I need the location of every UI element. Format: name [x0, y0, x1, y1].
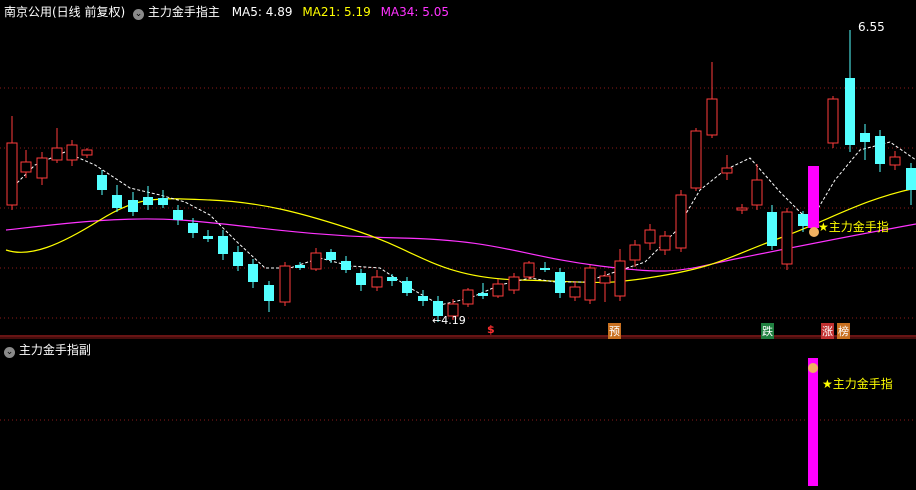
- candle-body: [295, 265, 305, 268]
- candle-body: [751, 179, 763, 206]
- candle-body: [599, 275, 611, 284]
- dropdown-icon[interactable]: ⌄: [4, 347, 15, 358]
- marker-zhang: 涨: [821, 323, 834, 339]
- candle-body: [845, 78, 855, 145]
- stock-label[interactable]: 南京公用(日线 前复权): [4, 5, 125, 19]
- low-price-label: ←4.19: [432, 314, 466, 327]
- price-grid: [0, 87, 916, 421]
- candle-body: [827, 98, 839, 144]
- candle-body: [248, 264, 258, 282]
- ma34-line: [5, 218, 916, 272]
- candle-body: [66, 144, 78, 161]
- candle-body: [584, 267, 596, 301]
- candle-body: [112, 195, 122, 208]
- ma5-line: [9, 141, 916, 306]
- candle-body: [203, 236, 213, 239]
- ma21-value: 5.19: [344, 5, 371, 19]
- candle-body: [478, 293, 488, 296]
- candle-body: [418, 296, 428, 301]
- candle-body: [555, 272, 565, 293]
- candlestick-chart: [0, 30, 916, 486]
- candle-body: [614, 260, 626, 297]
- candle-body: [706, 98, 718, 136]
- indicator-name[interactable]: 主力金手指主: [148, 5, 220, 19]
- dropdown-icon[interactable]: ⌄: [133, 9, 145, 20]
- candle-body: [875, 136, 885, 164]
- candle-body: [860, 133, 870, 142]
- candle-body: [356, 273, 366, 285]
- candle-body: [781, 211, 793, 265]
- candle-body: [233, 252, 243, 266]
- candle-body: [143, 197, 153, 205]
- candle-body: [128, 200, 138, 212]
- candle-body: [721, 167, 733, 174]
- signal-label-main: ★主力金手指: [818, 220, 889, 234]
- candle-body: [326, 252, 336, 260]
- candle-body: [540, 268, 550, 270]
- hand-icon-sub: [808, 363, 818, 373]
- marker-die: 跌: [761, 323, 774, 339]
- candle-body: [906, 168, 916, 190]
- ma34-value: 5.05: [422, 5, 449, 19]
- candle-body: [629, 244, 641, 261]
- marker-dollar: $: [487, 323, 495, 336]
- candle-body: [20, 161, 32, 173]
- sub-panel-title: 主力金手指副: [18, 343, 91, 357]
- ma5-label: MA5:: [231, 5, 262, 19]
- candle-body: [371, 276, 383, 288]
- marker-yu: 预: [608, 323, 621, 339]
- candle-body: [6, 142, 18, 206]
- candle-body: [387, 277, 397, 281]
- signal-label-sub: ★主力金手指: [822, 377, 893, 391]
- marker-bang: 榜: [837, 323, 850, 339]
- ma21-label: MA21:: [302, 5, 341, 19]
- candle-body: [81, 149, 93, 156]
- candle-body: [97, 175, 107, 190]
- candle-body: [569, 286, 581, 298]
- candle-body: [889, 156, 901, 166]
- signal-bar-sub: [808, 358, 818, 486]
- candle-body: [659, 235, 671, 251]
- ma5-value: 4.89: [265, 5, 293, 19]
- candle-body: [218, 236, 228, 254]
- candle-body: [36, 157, 48, 179]
- candle-body: [51, 147, 63, 161]
- ma34-label: MA34:: [380, 5, 419, 19]
- candle-body: [508, 276, 520, 291]
- candle-body: [173, 210, 183, 220]
- candle-body: [188, 223, 198, 233]
- sub-panel-header: ⌄ 主力金手指副: [4, 341, 91, 358]
- candle-body: [690, 130, 702, 189]
- candle-body: [736, 207, 748, 211]
- high-price-label: 6.55: [858, 20, 885, 34]
- candle-body: [523, 262, 535, 278]
- candle-body: [310, 252, 322, 270]
- candle-body: [158, 198, 168, 205]
- candle-body: [767, 212, 777, 246]
- candle-body: [264, 285, 274, 301]
- candle-body: [341, 261, 351, 270]
- candles-group: [6, 30, 916, 322]
- candle-body: [492, 283, 504, 297]
- candle-body: [279, 265, 291, 303]
- candle-body: [675, 194, 687, 249]
- candle-body: [644, 229, 656, 244]
- chart-header: 南京公用(日线 前复权) ⌄ 主力金手指主 MA5: 4.89 MA21: 5.…: [4, 3, 449, 20]
- candle-body: [462, 289, 474, 305]
- candle-body: [798, 214, 808, 226]
- candle-body: [402, 281, 412, 293]
